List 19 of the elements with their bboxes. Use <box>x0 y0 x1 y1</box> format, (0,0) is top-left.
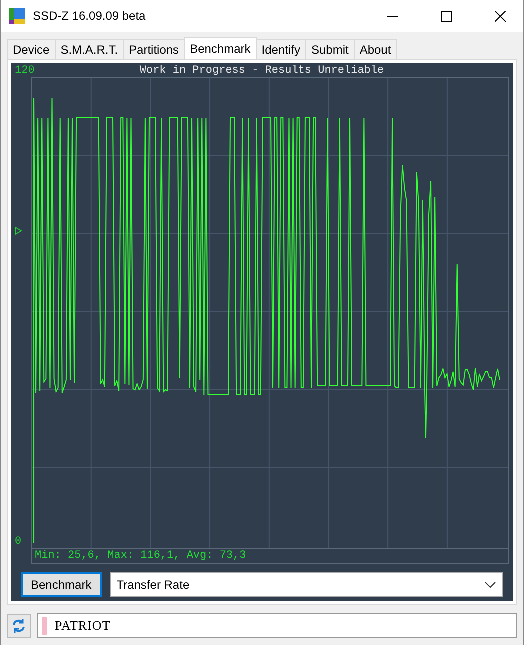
y-axis-min-label: 0 <box>15 536 22 548</box>
tab[interactable]: About <box>354 39 398 59</box>
tab[interactable]: Device <box>7 39 56 59</box>
drive-field[interactable]: PATRIOT <box>37 613 517 638</box>
maximize-icon <box>440 10 452 22</box>
y-axis-max-label: 120 <box>15 65 35 77</box>
graph-title: Work in Progress - Results Unreliable <box>138 65 386 77</box>
marker-triangle-icon <box>15 227 22 236</box>
refresh-icon <box>11 618 27 634</box>
refresh-button[interactable] <box>7 614 31 638</box>
stats-text: Min: 25,6, Max: 116,1, Avg: 73,3 <box>31 548 509 564</box>
benchmark-button[interactable]: Benchmark <box>21 572 102 597</box>
close-icon <box>494 10 506 22</box>
tab[interactable]: Identify <box>256 39 306 59</box>
tab[interactable]: Benchmark <box>184 37 257 59</box>
chevron-down-icon <box>485 582 496 588</box>
mode-dropdown[interactable]: Transfer Rate <box>110 572 503 597</box>
app-logo-icon <box>9 8 25 24</box>
window-title: SSD-Z 16.09.09 beta <box>33 9 147 23</box>
